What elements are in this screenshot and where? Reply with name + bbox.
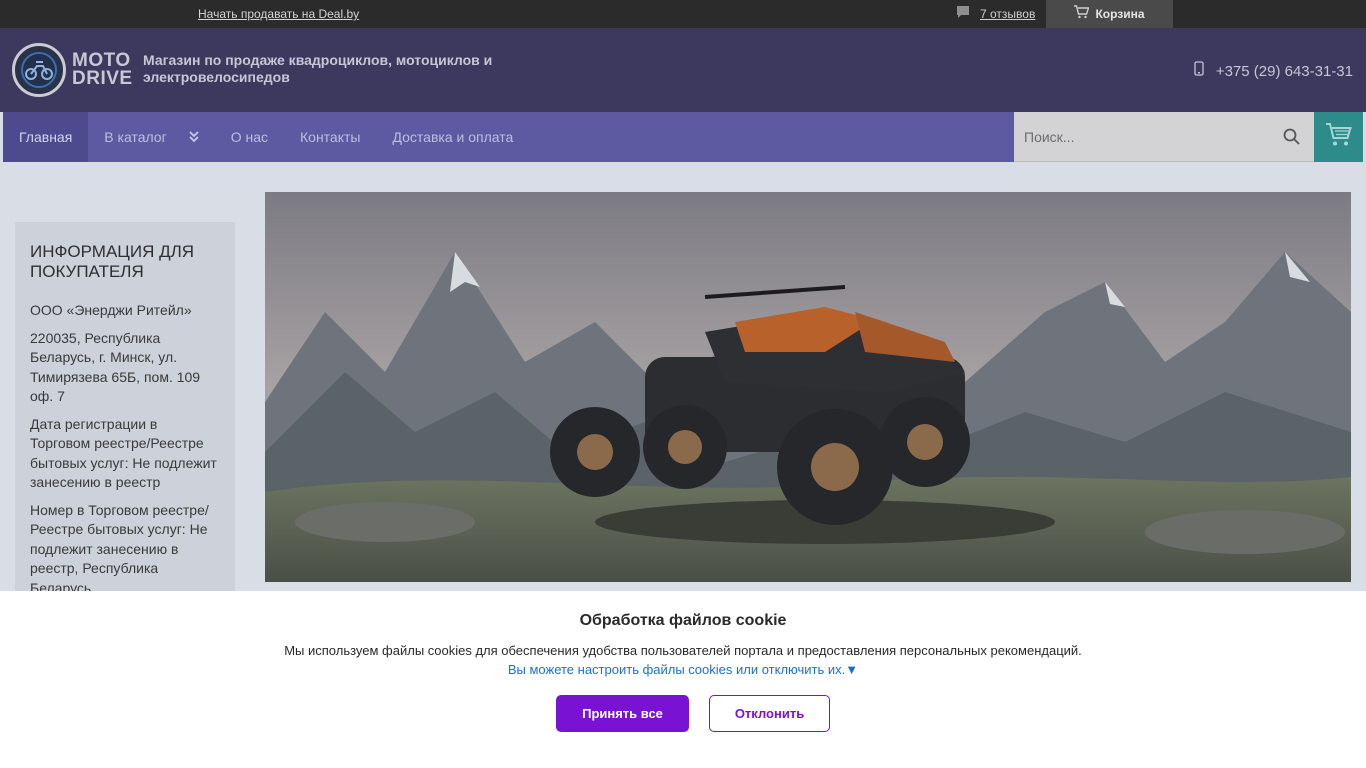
search-icon[interactable] [1283,128,1300,150]
site-header: MOTO DRIVE Магазин по продаже квадроцикл… [0,28,1366,112]
company-name: ООО «Энерджи Ритейл» [30,302,192,318]
nav-item-delivery[interactable]: Доставка и оплата [376,112,529,162]
atv-mountain-illustration [265,192,1351,582]
top-cart-button[interactable]: Корзина [1046,0,1173,28]
nav-item-label: Главная [19,129,73,145]
reviews-link[interactable]: 7 отзывов [956,0,1035,28]
reviews-count: 7 отзывов [980,7,1036,21]
cart-icon [1074,4,1090,24]
nav-cart-button[interactable] [1314,112,1363,162]
cookie-consent-panel: Обработка файлов cookie Мы используем фа… [0,591,1366,768]
top-bar: Начать продавать на Deal.by 7 отзывов Ко… [0,0,1366,28]
nav-item-home[interactable]: Главная [3,112,89,162]
buyer-info-title: ИНФОРМАЦИЯ ДЛЯ ПОКУПАТЕЛЯ [30,242,195,281]
top-cart-label: Корзина [1095,7,1145,21]
store-tagline: Магазин по продаже квадроциклов, мотоцик… [143,52,493,85]
logo-line-2: DRIVE [72,68,133,89]
accept-all-button[interactable]: Принять все [556,695,689,732]
cookie-description: Мы используем файлы cookies для обеспече… [284,643,1082,658]
nav-item-label: Доставка и оплата [392,129,514,145]
company-address: 220035, Республика Беларусь, г. Минск, у… [30,329,201,405]
hero-banner-image[interactable] [265,192,1351,582]
double-chevron-down-icon[interactable] [189,131,199,143]
logo-text: MOTO DRIVE [72,51,133,89]
main-nav-bar: Главная В каталог О нас Контакты Доставк… [0,112,1366,162]
search-input[interactable] [1014,112,1264,162]
registry-number: Номер в Торговом реестре/Реестре бытовых… [30,501,209,596]
cookie-settings-link[interactable]: Вы можете настроить файлы cookies или от… [0,662,1366,677]
nav-item-contacts[interactable]: Контакты [284,112,376,162]
nav-item-about[interactable]: О нас [215,112,284,162]
nav-item-catalog[interactable]: В каталог [88,112,214,162]
chat-bubble-icon [956,5,970,24]
start-selling-link[interactable]: Начать продавать на Deal.by [198,7,359,21]
decline-button[interactable]: Отклонить [709,695,830,732]
nav-item-label: Контакты [300,129,361,145]
main-menu: Главная В каталог О нас Контакты Доставк… [3,112,1014,162]
search-box [1014,112,1314,162]
site-logo[interactable]: MOTO DRIVE [12,42,136,98]
mobile-phone-icon [1194,61,1204,81]
nav-item-label: О нас [230,129,268,145]
nav-item-label: В каталог [104,129,167,145]
cart-icon [1325,122,1353,153]
registration-date: Дата регистрации в Торговом реестре/Реес… [30,415,217,491]
phone-contact[interactable]: +375 (29) 643-31-31 [1194,61,1353,81]
phone-number: +375 (29) 643-31-31 [1215,62,1353,80]
cookie-title: Обработка файлов cookie [579,612,787,629]
buyer-info-panel: ИНФОРМАЦИЯ ДЛЯ ПОКУПАТЕЛЯ ООО «Энерджи Р… [15,222,235,602]
logo-emblem [12,43,66,97]
